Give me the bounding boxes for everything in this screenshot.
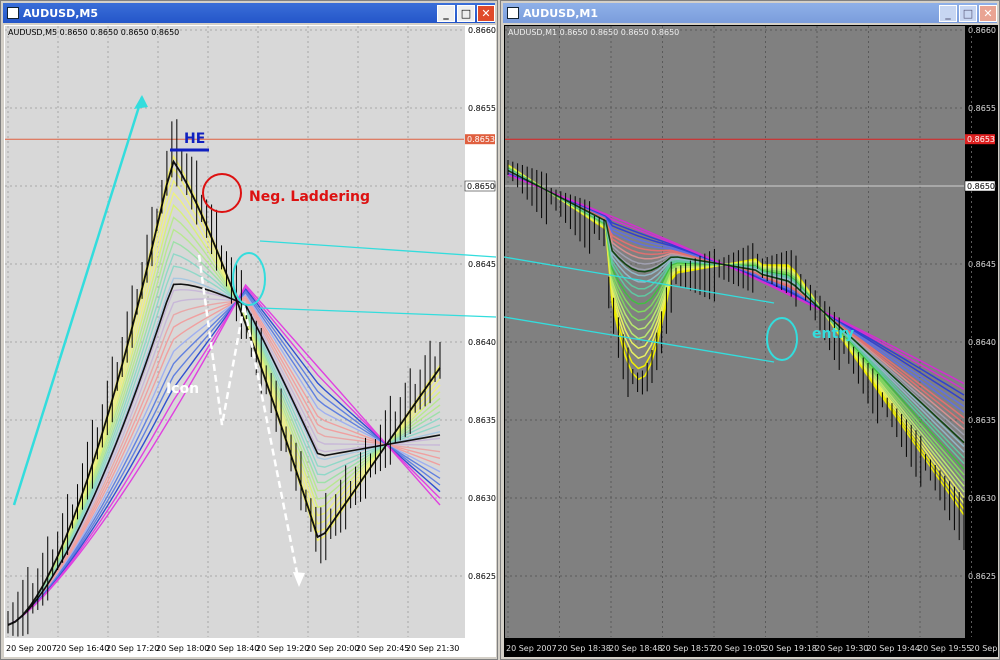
price-chart-right[interactable]: 0.8660 0.8655 0.8650 0.8645 0.8640 0.8635 0.86…: [504, 25, 998, 657]
time-tick-label: 20 Sep 17:20: [106, 644, 159, 653]
chart-window-left[interactable]: AUDUSD,M5 _ □ ✕ 0.8660 0.8655 0.8650 0.8645…: [0, 0, 498, 660]
time-tick-label: 20 Sep 19:18: [764, 644, 817, 653]
price-tick-label: 0.8645: [968, 260, 996, 269]
price-tick-label: 0.8660: [468, 26, 496, 35]
time-tick-label: 20 Sep 19:55: [918, 644, 971, 653]
window-title: AUDUSD,M5: [23, 6, 99, 20]
price-tick-label: 0.8630: [968, 494, 996, 503]
close-button[interactable]: ✕: [979, 4, 997, 22]
time-tick-label: 20 Sep 18:40: [206, 644, 259, 653]
title-bar-right[interactable]: AUDUSD,M1 _ □ ✕: [503, 3, 997, 23]
time-tick-label: 20 Sep 20:0: [970, 644, 999, 653]
time-tick-label: 20 Sep 18:00: [156, 644, 209, 653]
window-app-icon: [7, 7, 19, 19]
current-price-marker: 0.8650: [467, 182, 495, 191]
window-title: AUDUSD,M1: [523, 6, 599, 20]
current-price-marker: 0.8650: [967, 182, 995, 191]
price-tick-label: 0.8660: [968, 26, 996, 35]
neg-laddering-label: Neg. Laddering: [249, 189, 370, 205]
time-tick-label: 20 Sep 18:57: [661, 644, 714, 653]
time-tick-label: 20 Sep 2007: [6, 644, 57, 653]
he-label: HE: [184, 131, 205, 147]
price-tick-label: 0.8625: [968, 572, 996, 581]
price-tick-label: 0.8640: [968, 338, 996, 347]
time-tick-label: 20 Sep 19:30: [815, 644, 868, 653]
price-tick-label: 0.8655: [968, 104, 996, 113]
time-tick-label: 20 Sep 19:44: [867, 644, 920, 653]
price-tick-label: 0.8630: [468, 494, 496, 503]
price-tick-label: 0.8645: [468, 260, 496, 269]
price-tick-label: 0.8655: [468, 104, 496, 113]
minimize-button[interactable]: _: [437, 4, 455, 22]
minimize-button[interactable]: _: [939, 4, 957, 22]
icon-label: Icon: [166, 381, 199, 397]
red-price-marker: 0.8653: [467, 135, 495, 144]
time-tick-label: 20 Sep 20:00: [306, 644, 359, 653]
time-tick-label: 20 Sep 21:30: [406, 644, 459, 653]
entry-label: entry: [812, 326, 854, 342]
title-bar-left[interactable]: AUDUSD,M5 _ □ ✕: [3, 3, 495, 23]
time-tick-label: 20 Sep 19:20: [256, 644, 309, 653]
time-tick-label: 20 Sep 18:48: [609, 644, 662, 653]
price-tick-label: 0.8625: [468, 572, 496, 581]
window-app-icon: [507, 7, 519, 19]
time-tick-label: 20 Sep 18:38: [558, 644, 611, 653]
chart-window-right[interactable]: AUDUSD,M1 _ □ ✕ 0.8660 0.8655 0.8650 0.8645…: [500, 0, 1000, 660]
price-chart-left[interactable]: 0.8660 0.8655 0.8650 0.8645 0.8640 0.8635 0.86…: [4, 25, 496, 657]
time-tick-label: 20 Sep 2007: [506, 644, 557, 653]
price-tick-label: 0.8640: [468, 338, 496, 347]
red-price-marker: 0.8653: [967, 135, 995, 144]
time-tick-label: 20 Sep 19:05: [712, 644, 765, 653]
ohlc-label: AUDUSD,M1 0.8650 0.8650 0.8650 0.8650: [508, 28, 679, 37]
maximize-button[interactable]: □: [457, 4, 475, 22]
ohlc-label: AUDUSD,M5 0.8650 0.8650 0.8650 0.8650: [8, 28, 179, 37]
close-button[interactable]: ✕: [477, 4, 495, 22]
plot-area: [505, 26, 965, 638]
time-tick-label: 20 Sep 20:45: [356, 644, 409, 653]
maximize-button[interactable]: □: [959, 4, 977, 22]
time-tick-label: 20 Sep 16:40: [56, 644, 109, 653]
price-tick-label: 0.8635: [468, 416, 496, 425]
price-tick-label: 0.8635: [968, 416, 996, 425]
